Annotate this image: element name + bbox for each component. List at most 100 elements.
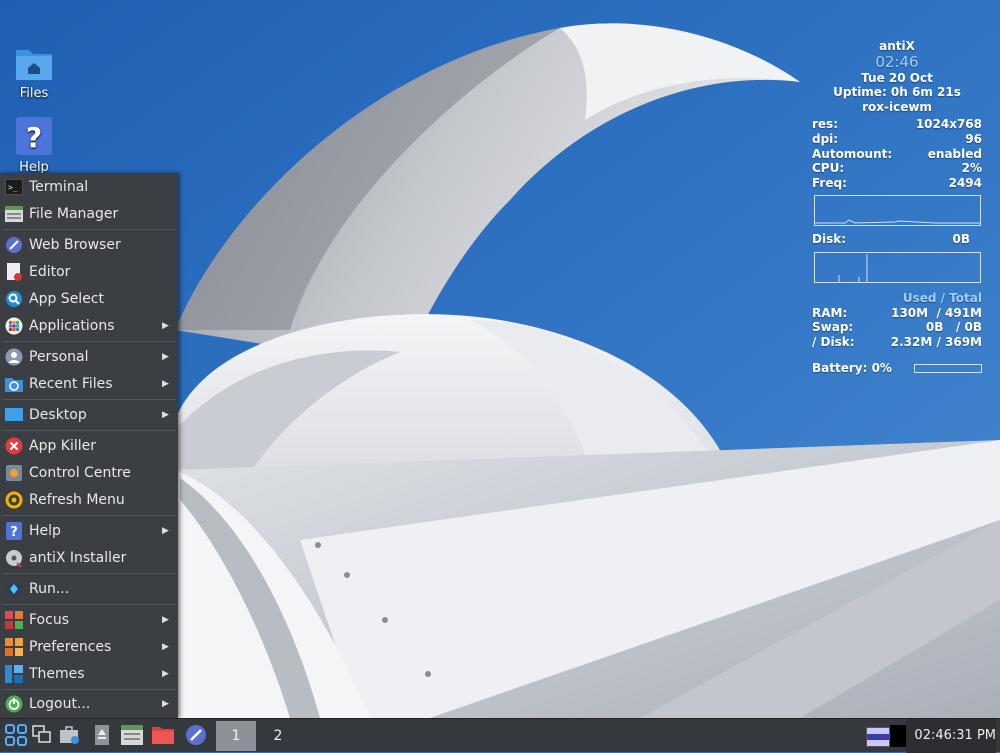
menu-item-control-centre[interactable]: Control Centre [0,459,178,486]
folder-launcher[interactable] [151,723,175,747]
themes-icon [4,664,24,684]
menu-item-themes[interactable]: Themes ▶ [0,660,178,687]
menu-item-help[interactable]: ? Help ▶ [0,517,178,544]
desktop-icon-help[interactable]: ? Help [0,116,68,175]
submenu-arrow-icon: ▶ [162,641,169,652]
conky-time: 02:46 [875,52,919,71]
menu-separator [2,430,176,431]
menu-separator [2,341,176,342]
refresh-menu-icon [4,490,24,510]
cpu-graph [814,195,981,227]
web-browser-launcher[interactable] [184,723,208,747]
eject-icon [95,725,109,745]
desktop-icon-files[interactable]: Files [0,44,68,101]
run-icon [4,579,24,599]
stat-row: res: 1024x768 [812,117,982,132]
menu-item-applications[interactable]: Applications ▶ [0,312,178,339]
svg-text:?: ? [10,525,18,540]
memory-row: / Disk: 2.32M / 369M [812,334,982,349]
menu-item-preferences[interactable]: Preferences ▶ [0,633,178,660]
file-manager-launcher[interactable] [120,723,144,747]
taskbar-clock[interactable]: 02:46:31 PM [906,719,996,753]
menu-item-app-select[interactable]: App Select [0,285,178,312]
svg-text:>_: >_ [8,183,18,192]
recent-files-icon [4,374,24,394]
briefcase-button[interactable] [58,723,82,747]
window-list-button[interactable] [30,723,54,747]
preferences-icon [4,637,24,657]
menu-item-personal[interactable]: Personal ▶ [0,343,178,370]
workspace-1-button[interactable]: 1 [216,721,256,751]
app-killer-icon [4,436,24,456]
network-monitor-icon[interactable] [866,727,890,747]
stat-row: Freq: 2494 [812,175,982,190]
menu-item-terminal[interactable]: >_ Terminal [0,173,178,200]
submenu-arrow-icon: ▶ [162,525,169,536]
disk-row: Disk: 0B [812,232,970,247]
web-browser-icon [4,235,24,255]
app-select-icon [4,289,24,309]
stat-row: dpi: 96 [812,131,982,146]
submenu-arrow-icon: ▶ [162,351,169,362]
menu-separator [2,515,176,516]
svg-text:?: ? [26,121,42,154]
menu-item-desktop[interactable]: Desktop ▶ [0,401,178,428]
terminal-icon: >_ [4,177,24,197]
menu-grid-icon [5,724,27,746]
menu-item-refresh-menu[interactable]: Refresh Menu [0,486,178,513]
disk-graph [814,251,981,283]
folder-icon [152,727,174,744]
windows-icon [32,725,51,743]
start-menu-button[interactable] [4,723,28,747]
logout-icon [4,694,24,714]
submenu-arrow-icon: ▶ [162,668,169,679]
submenu-arrow-icon: ▶ [162,614,169,625]
folder-home-icon [16,50,52,80]
help-icon: ? [4,521,24,541]
menu-item-recent-files[interactable]: Recent Files ▶ [0,370,178,397]
menu-item-antix-installer[interactable]: antiX Installer [0,544,178,571]
conky-wm: rox-icewm [862,99,932,114]
memory-row: RAM: 130M / 491M [812,305,982,320]
control-centre-icon [4,463,24,483]
menu-item-web-browser[interactable]: Web Browser [0,231,178,258]
focus-icon [4,610,24,630]
menu-separator [2,604,176,605]
conky-uptime: Uptime: 0h 6m 21s [833,85,961,100]
menu-separator [2,399,176,400]
start-menu: >_ Terminal File Manager Web Browser Edi… [0,173,178,718]
submenu-arrow-icon: ▶ [162,409,169,420]
desktop-icon-label: Files [19,86,49,101]
editor-icon [4,262,24,282]
submenu-arrow-icon: ▶ [162,378,169,389]
stat-row: CPU: 2% [812,161,982,176]
menu-item-editor[interactable]: Editor [0,258,178,285]
help-icon: ? [16,117,52,155]
battery-row: Battery: 0% [812,361,982,376]
menu-item-focus[interactable]: Focus ▶ [0,606,178,633]
menu-separator [2,229,176,230]
eject-button[interactable] [90,723,114,747]
menu-item-file-manager[interactable]: File Manager [0,200,178,227]
taskbar: 1 2 02:46:31 PM [0,718,1000,753]
file-manager-icon [4,204,24,224]
briefcase-icon [60,726,79,744]
conky-date: Tue 20 Oct [861,70,933,85]
system-monitor: antiX 02:46 Tue 20 Oct Uptime: 0h 6m 21s… [812,39,982,376]
submenu-arrow-icon: ▶ [162,320,169,331]
installer-icon [4,548,24,568]
used-total-header: Used / Total [902,290,982,305]
web-browser-icon [186,725,206,745]
workspace-2-button[interactable]: 2 [258,721,298,751]
menu-item-app-killer[interactable]: App Killer [0,432,178,459]
file-manager-icon [121,725,143,745]
memory-row: Swap: 0B / 0B [812,320,982,335]
menu-item-logout[interactable]: Logout... ▶ [0,690,178,717]
hostname: antiX [879,39,915,53]
menu-separator [2,573,176,574]
desktop-icon [4,405,24,425]
menu-item-run[interactable]: Run... [0,575,178,602]
battery-bar [914,364,982,374]
battery-label: Battery: 0% [812,361,892,376]
personal-icon [4,347,24,367]
